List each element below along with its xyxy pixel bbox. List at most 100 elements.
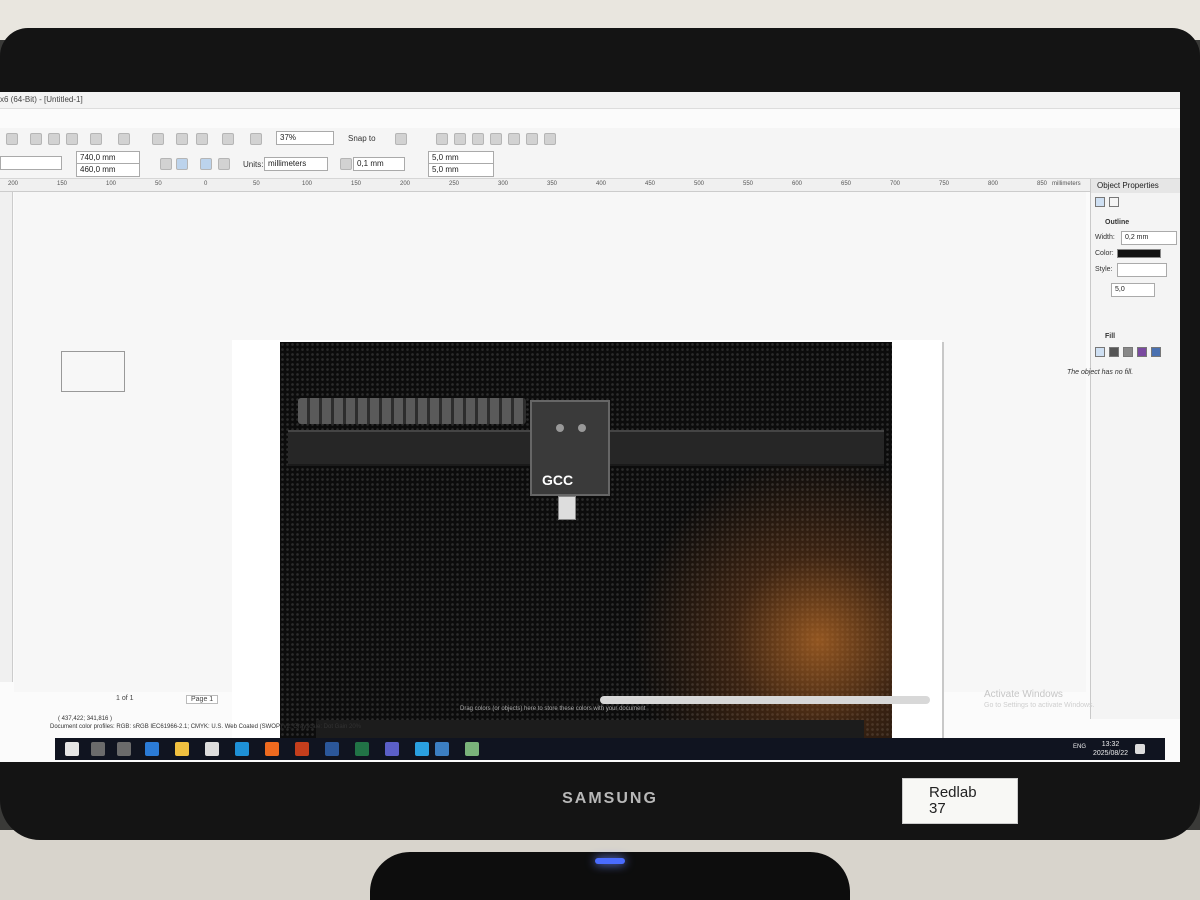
options-icon[interactable]	[395, 133, 407, 145]
laser-nozzle	[558, 496, 576, 520]
ruler-tick: 150	[57, 181, 68, 187]
teams-icon[interactable]	[385, 742, 399, 756]
publish-icon[interactable]	[222, 133, 234, 145]
ruler-tick: 850	[1037, 181, 1048, 187]
pattern-fill-icon[interactable]	[1137, 347, 1147, 357]
all-pages-icon[interactable]	[200, 158, 212, 170]
docker-title: Object Properties	[1091, 179, 1180, 193]
task-view-icon[interactable]	[117, 742, 131, 756]
outline-section-label[interactable]: Outline	[1105, 219, 1129, 226]
portrait-icon[interactable]	[160, 158, 172, 170]
app-launcher-icon[interactable]	[454, 133, 466, 145]
fill-section-label[interactable]: Fill	[1105, 333, 1115, 340]
firefox-icon[interactable]	[265, 742, 279, 756]
page-tab[interactable]: Page 1	[186, 695, 219, 704]
property-bar: 740,0 mm 460,0 mm Units: millimeters 0,1…	[0, 150, 1180, 179]
start-icon[interactable]	[65, 742, 79, 756]
units-select[interactable]: millimeters	[264, 157, 328, 171]
page-navigator[interactable]: 1 of 1 Page 1	[70, 693, 570, 705]
window-titlebar: x6 (64-Bit) - [Untitled-1]	[0, 92, 1180, 109]
cursor-coordinates: ( 437,422; 341,816 )	[58, 716, 113, 722]
welcome-icon[interactable]	[436, 133, 448, 145]
cut-icon[interactable]	[30, 133, 42, 145]
ruler-tick: 0	[204, 181, 208, 187]
vertical-ruler[interactable]	[0, 192, 13, 682]
search-icon[interactable]	[91, 742, 105, 756]
ruler-tick: 450	[645, 181, 656, 187]
width-label: Width:	[1095, 234, 1115, 241]
laser-cutter-photo[interactable]: GCC	[280, 342, 892, 740]
uniform-fill-icon[interactable]	[1109, 347, 1119, 357]
powerpoint-icon[interactable]	[295, 742, 309, 756]
ruler-tick: 100	[302, 181, 313, 187]
power-led	[595, 858, 625, 864]
redo-icon[interactable]	[118, 133, 130, 145]
word-icon[interactable]	[325, 742, 339, 756]
units-label: Units:	[243, 160, 264, 169]
page-size-select[interactable]	[0, 156, 62, 170]
standard-toolbar: 37% Snap to	[0, 128, 1180, 151]
sticker-line-2: 37	[929, 800, 946, 817]
search-content-icon[interactable]	[152, 133, 164, 145]
snap-to-button[interactable]: Snap to	[348, 134, 376, 143]
ruler-tick: 150	[351, 181, 362, 187]
edge-icon[interactable]	[145, 742, 159, 756]
activate-windows-subtitle: Go to Settings to activate Windows.	[984, 702, 1095, 709]
duplicate-y-field[interactable]: 5,0 mm	[428, 163, 494, 177]
landscape-icon[interactable]	[176, 158, 188, 170]
texture-fill-icon[interactable]	[1151, 347, 1161, 357]
current-page-icon[interactable]	[218, 158, 230, 170]
drawing-canvas[interactable]: GCC	[14, 192, 1086, 740]
page-height-field[interactable]: 460,0 mm	[76, 163, 140, 177]
zoom-select[interactable]: 37%	[276, 131, 334, 145]
clock[interactable]: 13:32 2025/08/22	[1093, 740, 1128, 758]
outline-width-field[interactable]: 0,2 mm	[1121, 231, 1177, 245]
miter-limit-field[interactable]: 5,0	[1111, 283, 1155, 297]
window-title: x6 (64-Bit) - [Untitled-1]	[0, 95, 83, 104]
export-icon[interactable]	[196, 133, 208, 145]
sticker-line-1: Redlab	[929, 784, 977, 801]
mail-icon[interactable]	[235, 742, 249, 756]
refresh-icon[interactable]	[508, 133, 520, 145]
copy-icon[interactable]	[48, 133, 60, 145]
print-icon[interactable]	[6, 133, 18, 145]
color-label: Color:	[1095, 250, 1114, 257]
horizontal-scrollbar[interactable]	[600, 696, 930, 704]
ruler-tick: 700	[890, 181, 901, 187]
fountain-fill-icon[interactable]	[1123, 347, 1133, 357]
paste-icon[interactable]	[66, 133, 78, 145]
outline-tab-icon[interactable]	[1095, 197, 1105, 207]
import-icon[interactable]	[176, 133, 188, 145]
app-icon[interactable]	[415, 742, 429, 756]
window-icon[interactable]	[544, 133, 556, 145]
sync-icon[interactable]	[526, 133, 538, 145]
ruler-tick: 50	[253, 181, 260, 187]
undo-icon[interactable]	[90, 133, 102, 145]
ruler-tick: 200	[8, 181, 19, 187]
ruler-tick: 650	[841, 181, 852, 187]
launcher-icon[interactable]	[250, 133, 262, 145]
no-fill-icon[interactable]	[1095, 347, 1105, 357]
ruler-tick: 250	[449, 181, 460, 187]
file-explorer-icon[interactable]	[175, 742, 189, 756]
ruler-tick: 550	[743, 181, 754, 187]
ruler-unit: millimeters	[1052, 181, 1081, 187]
corel-connect-icon[interactable]	[472, 133, 484, 145]
screen: x6 (64-Bit) - [Untitled-1] 37% Snap to 7…	[0, 92, 1180, 762]
nudge-field[interactable]: 0,1 mm	[353, 157, 405, 171]
lab-sticker: Redlab 37	[902, 778, 1018, 824]
green-app-icon[interactable]	[465, 742, 479, 756]
options-gear-icon[interactable]	[490, 133, 502, 145]
outline-style-select[interactable]	[1117, 263, 1167, 277]
store-icon[interactable]	[205, 742, 219, 756]
notification-icon[interactable]	[1135, 744, 1145, 754]
horizontal-ruler[interactable]: 200 150 100 50 0 50 100 150 200 250 300 350 400 450 50…	[0, 179, 1090, 192]
corel-taskbar-icon[interactable]	[435, 742, 449, 756]
rectangle-object[interactable]	[61, 351, 125, 392]
color-profiles[interactable]: Document color profiles: RGB: sRGB IEC61…	[50, 724, 361, 730]
fill-tab-icon[interactable]	[1109, 197, 1119, 207]
ruler-tick: 350	[547, 181, 558, 187]
language-indicator[interactable]: ENG	[1073, 744, 1086, 750]
excel-icon[interactable]	[355, 742, 369, 756]
outline-color-swatch[interactable]	[1117, 249, 1161, 258]
